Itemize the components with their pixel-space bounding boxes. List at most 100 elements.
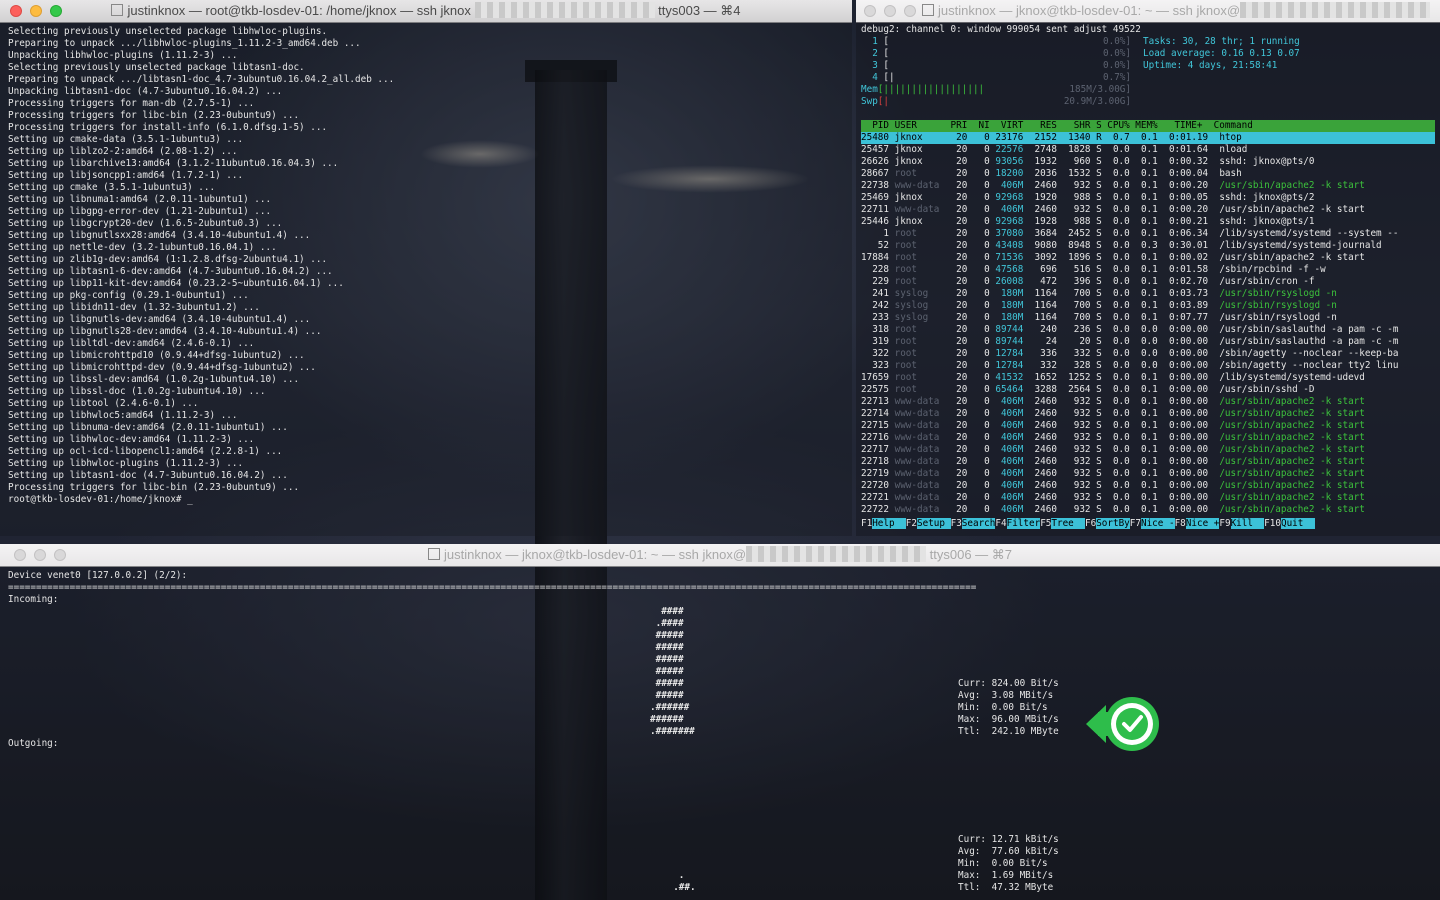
fkey-label[interactable]: Kill xyxy=(1230,518,1265,529)
fkey-label[interactable]: Filter xyxy=(1006,518,1041,529)
process-row[interactable]: 52 root 20 0 43408 9080 8948 S 0.0 0.3 0… xyxy=(861,240,1435,252)
process-row[interactable]: 323 root 20 0 12784 332 328 S 0.0 0.0 0:… xyxy=(861,360,1435,372)
process-row[interactable]: 22738 www-data 20 0 406M 2460 932 S 0.0 … xyxy=(861,180,1435,192)
function-key-bar[interactable]: F1Help F2Setup F3SearchF4FilterF5Tree F6… xyxy=(861,518,1435,530)
fkey-label[interactable]: Nice - xyxy=(1140,518,1175,529)
terminal-line: Setting up zlib1g-dev:amd64 (1:1.2.8.dfs… xyxy=(8,254,328,265)
process-row[interactable]: 22718 www-data 20 0 406M 2460 932 S 0.0 … xyxy=(861,456,1435,468)
process-row[interactable]: 22719 www-data 20 0 406M 2460 932 S 0.0 … xyxy=(861,468,1435,480)
fkey-f5[interactable]: F5 xyxy=(1040,518,1051,529)
process-row[interactable]: 17659 root 20 0 41532 1652 1252 S 0.0 0.… xyxy=(861,372,1435,384)
command: sshd: jknox@pts/0 xyxy=(1219,156,1315,167)
fkey-label[interactable]: SortBy xyxy=(1096,518,1130,529)
process-row[interactable]: 25457 jknox 20 0 22576 2748 1828 S 0.0 0… xyxy=(861,144,1435,156)
time: 0:00.00 xyxy=(1163,468,1220,479)
process-row[interactable]: 22716 www-data 20 0 406M 2460 932 S 0.0 … xyxy=(861,432,1435,444)
terminal-content[interactable]: Selecting previously unselected package … xyxy=(0,22,852,536)
command: /sbin/rpcbind -f -w xyxy=(1219,264,1326,275)
terminal-content[interactable]: debug2: channel 0: window 999054 sent ad… xyxy=(856,22,1440,536)
process-row[interactable]: 233 syslog 20 0 180M 1164 700 S 0.0 0.1 … xyxy=(861,312,1435,324)
pid: 22717 xyxy=(861,444,895,455)
virt: 180M xyxy=(995,300,1029,311)
pid: 22722 xyxy=(861,504,895,515)
terminal-window-nload[interactable]: justinknox — jknox@tkb-losdev-01: ~ — ss… xyxy=(0,544,1440,900)
process-row[interactable]: 17884 root 20 0 71536 3092 1896 S 0.0 0.… xyxy=(861,252,1435,264)
terminal-content[interactable]: Device venet0 [127.0.0.2] (2/2): =======… xyxy=(0,566,1440,900)
process-row[interactable]: 28667 root 20 0 18200 2036 1532 S 0.0 0.… xyxy=(861,168,1435,180)
process-row[interactable]: 322 root 20 0 12784 336 332 S 0.0 0.0 0:… xyxy=(861,348,1435,360)
fkey-f10[interactable]: F10 xyxy=(1264,518,1281,529)
process-row[interactable]: 22720 www-data 20 0 406M 2460 932 S 0.0 … xyxy=(861,480,1435,492)
process-row[interactable]: 22714 www-data 20 0 406M 2460 932 S 0.0 … xyxy=(861,408,1435,420)
user: www-data xyxy=(894,468,951,479)
state: S xyxy=(1096,396,1108,407)
fkey-f6[interactable]: F6 xyxy=(1085,518,1096,529)
titlebar[interactable]: justinknox — jknox@tkb-losdev-01: ~ — ss… xyxy=(0,544,1440,567)
fkey-f8[interactable]: F8 xyxy=(1175,518,1186,529)
process-row[interactable]: 25446 jknox 20 0 92968 1928 988 S 0.0 0.… xyxy=(861,216,1435,228)
shr: 932 xyxy=(1062,504,1097,515)
terminal-window-apt[interactable]: justinknox — root@tkb-losdev-01: /home/j… xyxy=(0,0,852,536)
titlebar[interactable]: justinknox — root@tkb-losdev-01: /home/j… xyxy=(0,0,852,23)
process-row[interactable]: 22717 www-data 20 0 406M 2460 932 S 0.0 … xyxy=(861,444,1435,456)
process-row[interactable]: 22715 www-data 20 0 406M 2460 932 S 0.0 … xyxy=(861,420,1435,432)
process-row[interactable]: 25469 jknox 20 0 92968 1920 988 S 0.0 0.… xyxy=(861,192,1435,204)
process-row[interactable]: 228 root 20 0 47568 696 516 S 0.0 0.1 0:… xyxy=(861,264,1435,276)
state: S xyxy=(1096,216,1108,227)
shr: 988 xyxy=(1062,192,1097,203)
window-title-text: justinknox — root@tkb-losdev-01: /home/j… xyxy=(127,3,471,18)
res: 696 xyxy=(1028,264,1063,275)
virt: 406M xyxy=(995,396,1029,407)
res: 24 xyxy=(1028,336,1063,347)
res: 9080 xyxy=(1028,240,1063,251)
fkey-f9[interactable]: F9 xyxy=(1219,518,1230,529)
fkey-label[interactable]: Nice + xyxy=(1185,518,1220,529)
fkey-label[interactable]: Help xyxy=(872,518,906,529)
process-table[interactable]: 25480 jknox 20 0 23176 2152 1340 R 0.7 0… xyxy=(861,132,1435,516)
terminal-line: Setting up pkg-config (0.29.1-0ubuntu1) … xyxy=(8,290,249,301)
fkey-f2[interactable]: F2 xyxy=(906,518,917,529)
user: root xyxy=(894,168,951,179)
terminal-window-htop[interactable]: justinknox — jknox@tkb-losdev-01: ~ — ss… xyxy=(856,0,1440,536)
process-row[interactable]: 242 syslog 20 0 180M 1164 700 S 0.0 0.1 … xyxy=(861,300,1435,312)
system-summary: Tasks: 30, 28 thr; 1 running Load average… xyxy=(1143,36,1300,72)
fkey-f3[interactable]: F3 xyxy=(951,518,962,529)
state: S xyxy=(1096,432,1108,443)
process-row[interactable]: 241 syslog 20 0 180M 1164 700 S 0.0 0.1 … xyxy=(861,288,1435,300)
process-row[interactable]: 1 root 20 0 37080 3684 2452 S 0.0 0.1 0:… xyxy=(861,228,1435,240)
command: /usr/sbin/apache2 -k start xyxy=(1219,432,1365,443)
priority: 20 0 xyxy=(950,396,996,407)
state: S xyxy=(1096,360,1108,371)
stat-key: Avg: xyxy=(958,690,992,701)
mem: 0.0 xyxy=(1135,324,1164,335)
process-row[interactable]: 229 root 20 0 26008 472 396 S 0.0 0.1 0:… xyxy=(861,276,1435,288)
fkey-label[interactable]: Setup xyxy=(917,518,951,529)
fkey-f7[interactable]: F7 xyxy=(1130,518,1141,529)
fkey-label[interactable]: Tree xyxy=(1051,518,1085,529)
process-row[interactable]: 319 root 20 0 89744 24 20 S 0.0 0.0 0:00… xyxy=(861,336,1435,348)
time: 0:00.00 xyxy=(1163,336,1220,347)
process-row[interactable]: 22721 www-data 20 0 406M 2460 932 S 0.0 … xyxy=(861,492,1435,504)
meter-value: 0.7%] xyxy=(1103,72,1131,83)
process-row[interactable]: 26626 jknox 20 0 93056 1932 960 S 0.0 0.… xyxy=(861,156,1435,168)
fkey-label[interactable]: Quit xyxy=(1280,518,1315,529)
process-row[interactable]: 22713 www-data 20 0 406M 2460 932 S 0.0 … xyxy=(861,396,1435,408)
process-row[interactable]: 22575 root 20 0 65464 3288 2564 S 0.0 0.… xyxy=(861,384,1435,396)
res: 2460 xyxy=(1028,492,1063,503)
stat-key: Ttl: xyxy=(958,726,992,737)
fkey-f4[interactable]: F4 xyxy=(995,518,1006,529)
terminal-line: Selecting previously unselected package … xyxy=(8,62,305,73)
process-row[interactable]: 318 root 20 0 89744 240 236 S 0.0 0.0 0:… xyxy=(861,324,1435,336)
process-table-header[interactable]: PID USER PRI NI VIRT RES SHR S CPU% MEM%… xyxy=(861,120,1435,132)
fkey-label[interactable]: Search xyxy=(961,518,996,529)
process-row[interactable]: 22722 www-data 20 0 406M 2460 932 S 0.0 … xyxy=(861,504,1435,516)
fkey-f1[interactable]: F1 xyxy=(861,518,872,529)
titlebar[interactable]: justinknox — jknox@tkb-losdev-01: ~ — ss… xyxy=(856,0,1440,23)
command: /usr/sbin/apache2 -k start xyxy=(1219,204,1365,215)
priority: 20 0 xyxy=(950,468,996,479)
process-row[interactable]: 25480 jknox 20 0 23176 2152 1340 R 0.7 0… xyxy=(861,132,1435,144)
priority: 20 0 xyxy=(950,132,996,143)
res: 1164 xyxy=(1028,300,1063,311)
process-row[interactable]: 22711 www-data 20 0 406M 2460 932 S 0.0 … xyxy=(861,204,1435,216)
stat-row: Avg: 77.60 kBit/s xyxy=(958,846,1059,858)
